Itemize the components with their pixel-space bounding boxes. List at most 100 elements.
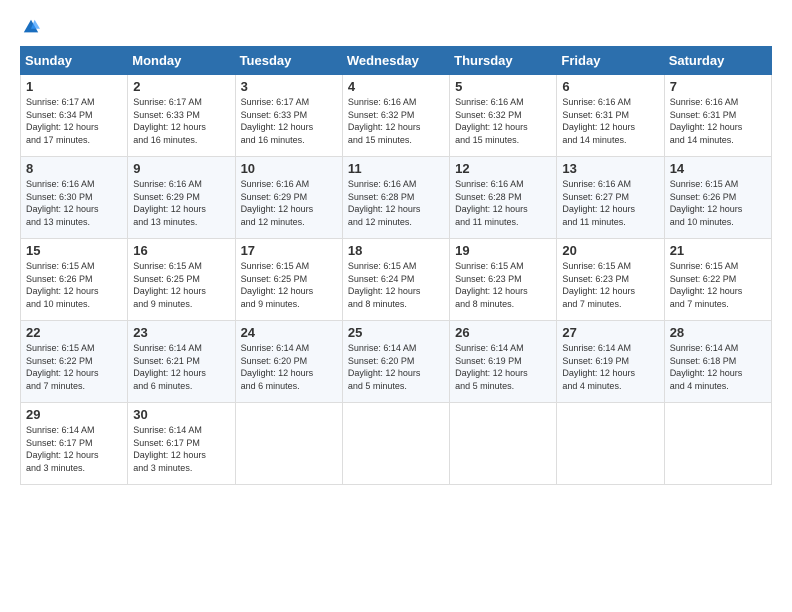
calendar-cell: 13 Sunrise: 6:16 AMSunset: 6:27 PMDaylig…	[557, 157, 664, 239]
cell-text: Sunrise: 6:15 AMSunset: 6:23 PMDaylight:…	[455, 261, 528, 309]
logo	[20, 18, 40, 36]
calendar-cell: 2 Sunrise: 6:17 AMSunset: 6:33 PMDayligh…	[128, 75, 235, 157]
day-number: 8	[26, 161, 122, 176]
calendar-cell: 3 Sunrise: 6:17 AMSunset: 6:33 PMDayligh…	[235, 75, 342, 157]
cell-text: Sunrise: 6:14 AMSunset: 6:19 PMDaylight:…	[455, 343, 528, 391]
calendar-cell	[557, 403, 664, 485]
day-number: 6	[562, 79, 658, 94]
cell-text: Sunrise: 6:14 AMSunset: 6:17 PMDaylight:…	[26, 425, 99, 473]
cell-text: Sunrise: 6:14 AMSunset: 6:18 PMDaylight:…	[670, 343, 743, 391]
day-number: 13	[562, 161, 658, 176]
cell-text: Sunrise: 6:16 AMSunset: 6:31 PMDaylight:…	[670, 97, 743, 145]
day-number: 11	[348, 161, 444, 176]
cell-text: Sunrise: 6:17 AMSunset: 6:33 PMDaylight:…	[241, 97, 314, 145]
calendar-cell: 15 Sunrise: 6:15 AMSunset: 6:26 PMDaylig…	[21, 239, 128, 321]
cell-text: Sunrise: 6:14 AMSunset: 6:20 PMDaylight:…	[241, 343, 314, 391]
day-number: 9	[133, 161, 229, 176]
calendar-cell: 4 Sunrise: 6:16 AMSunset: 6:32 PMDayligh…	[342, 75, 449, 157]
calendar-cell: 28 Sunrise: 6:14 AMSunset: 6:18 PMDaylig…	[664, 321, 771, 403]
cell-text: Sunrise: 6:14 AMSunset: 6:20 PMDaylight:…	[348, 343, 421, 391]
calendar-cell: 12 Sunrise: 6:16 AMSunset: 6:28 PMDaylig…	[450, 157, 557, 239]
cell-text: Sunrise: 6:16 AMSunset: 6:30 PMDaylight:…	[26, 179, 99, 227]
day-number: 3	[241, 79, 337, 94]
cell-text: Sunrise: 6:16 AMSunset: 6:32 PMDaylight:…	[455, 97, 528, 145]
col-header-thursday: Thursday	[450, 47, 557, 75]
calendar-cell: 9 Sunrise: 6:16 AMSunset: 6:29 PMDayligh…	[128, 157, 235, 239]
header	[20, 18, 772, 36]
calendar-cell: 18 Sunrise: 6:15 AMSunset: 6:24 PMDaylig…	[342, 239, 449, 321]
calendar-cell: 22 Sunrise: 6:15 AMSunset: 6:22 PMDaylig…	[21, 321, 128, 403]
week-row-3: 15 Sunrise: 6:15 AMSunset: 6:26 PMDaylig…	[21, 239, 772, 321]
col-header-friday: Friday	[557, 47, 664, 75]
day-number: 28	[670, 325, 766, 340]
day-number: 2	[133, 79, 229, 94]
header-row: SundayMondayTuesdayWednesdayThursdayFrid…	[21, 47, 772, 75]
cell-text: Sunrise: 6:15 AMSunset: 6:25 PMDaylight:…	[133, 261, 206, 309]
calendar-cell: 8 Sunrise: 6:16 AMSunset: 6:30 PMDayligh…	[21, 157, 128, 239]
day-number: 29	[26, 407, 122, 422]
calendar-cell: 23 Sunrise: 6:14 AMSunset: 6:21 PMDaylig…	[128, 321, 235, 403]
calendar-cell	[450, 403, 557, 485]
day-number: 25	[348, 325, 444, 340]
cell-text: Sunrise: 6:14 AMSunset: 6:19 PMDaylight:…	[562, 343, 635, 391]
day-number: 4	[348, 79, 444, 94]
cell-text: Sunrise: 6:15 AMSunset: 6:25 PMDaylight:…	[241, 261, 314, 309]
day-number: 1	[26, 79, 122, 94]
day-number: 22	[26, 325, 122, 340]
day-number: 21	[670, 243, 766, 258]
cell-text: Sunrise: 6:15 AMSunset: 6:23 PMDaylight:…	[562, 261, 635, 309]
cell-text: Sunrise: 6:15 AMSunset: 6:26 PMDaylight:…	[670, 179, 743, 227]
week-row-1: 1 Sunrise: 6:17 AMSunset: 6:34 PMDayligh…	[21, 75, 772, 157]
cell-text: Sunrise: 6:17 AMSunset: 6:33 PMDaylight:…	[133, 97, 206, 145]
day-number: 26	[455, 325, 551, 340]
cell-text: Sunrise: 6:14 AMSunset: 6:21 PMDaylight:…	[133, 343, 206, 391]
day-number: 24	[241, 325, 337, 340]
cell-text: Sunrise: 6:16 AMSunset: 6:32 PMDaylight:…	[348, 97, 421, 145]
calendar-cell: 5 Sunrise: 6:16 AMSunset: 6:32 PMDayligh…	[450, 75, 557, 157]
day-number: 5	[455, 79, 551, 94]
calendar-cell	[235, 403, 342, 485]
calendar-cell: 21 Sunrise: 6:15 AMSunset: 6:22 PMDaylig…	[664, 239, 771, 321]
cell-text: Sunrise: 6:16 AMSunset: 6:27 PMDaylight:…	[562, 179, 635, 227]
calendar-cell: 10 Sunrise: 6:16 AMSunset: 6:29 PMDaylig…	[235, 157, 342, 239]
calendar-cell: 6 Sunrise: 6:16 AMSunset: 6:31 PMDayligh…	[557, 75, 664, 157]
calendar-cell	[664, 403, 771, 485]
col-header-sunday: Sunday	[21, 47, 128, 75]
calendar-cell: 1 Sunrise: 6:17 AMSunset: 6:34 PMDayligh…	[21, 75, 128, 157]
col-header-saturday: Saturday	[664, 47, 771, 75]
calendar-cell: 27 Sunrise: 6:14 AMSunset: 6:19 PMDaylig…	[557, 321, 664, 403]
calendar-cell: 20 Sunrise: 6:15 AMSunset: 6:23 PMDaylig…	[557, 239, 664, 321]
calendar-cell: 7 Sunrise: 6:16 AMSunset: 6:31 PMDayligh…	[664, 75, 771, 157]
cell-text: Sunrise: 6:16 AMSunset: 6:29 PMDaylight:…	[133, 179, 206, 227]
day-number: 10	[241, 161, 337, 176]
calendar-cell: 26 Sunrise: 6:14 AMSunset: 6:19 PMDaylig…	[450, 321, 557, 403]
cell-text: Sunrise: 6:14 AMSunset: 6:17 PMDaylight:…	[133, 425, 206, 473]
day-number: 12	[455, 161, 551, 176]
day-number: 30	[133, 407, 229, 422]
calendar-cell: 24 Sunrise: 6:14 AMSunset: 6:20 PMDaylig…	[235, 321, 342, 403]
calendar-cell: 19 Sunrise: 6:15 AMSunset: 6:23 PMDaylig…	[450, 239, 557, 321]
week-row-4: 22 Sunrise: 6:15 AMSunset: 6:22 PMDaylig…	[21, 321, 772, 403]
cell-text: Sunrise: 6:15 AMSunset: 6:24 PMDaylight:…	[348, 261, 421, 309]
day-number: 18	[348, 243, 444, 258]
col-header-tuesday: Tuesday	[235, 47, 342, 75]
day-number: 17	[241, 243, 337, 258]
col-header-monday: Monday	[128, 47, 235, 75]
calendar-cell: 16 Sunrise: 6:15 AMSunset: 6:25 PMDaylig…	[128, 239, 235, 321]
logo-icon	[22, 18, 40, 36]
day-number: 19	[455, 243, 551, 258]
cell-text: Sunrise: 6:16 AMSunset: 6:28 PMDaylight:…	[348, 179, 421, 227]
calendar-table: SundayMondayTuesdayWednesdayThursdayFrid…	[20, 46, 772, 485]
cell-text: Sunrise: 6:16 AMSunset: 6:29 PMDaylight:…	[241, 179, 314, 227]
calendar-cell: 29 Sunrise: 6:14 AMSunset: 6:17 PMDaylig…	[21, 403, 128, 485]
day-number: 20	[562, 243, 658, 258]
week-row-2: 8 Sunrise: 6:16 AMSunset: 6:30 PMDayligh…	[21, 157, 772, 239]
day-number: 7	[670, 79, 766, 94]
calendar-cell: 14 Sunrise: 6:15 AMSunset: 6:26 PMDaylig…	[664, 157, 771, 239]
calendar-cell: 11 Sunrise: 6:16 AMSunset: 6:28 PMDaylig…	[342, 157, 449, 239]
calendar-cell	[342, 403, 449, 485]
day-number: 23	[133, 325, 229, 340]
cell-text: Sunrise: 6:17 AMSunset: 6:34 PMDaylight:…	[26, 97, 99, 145]
week-row-5: 29 Sunrise: 6:14 AMSunset: 6:17 PMDaylig…	[21, 403, 772, 485]
calendar-cell: 25 Sunrise: 6:14 AMSunset: 6:20 PMDaylig…	[342, 321, 449, 403]
